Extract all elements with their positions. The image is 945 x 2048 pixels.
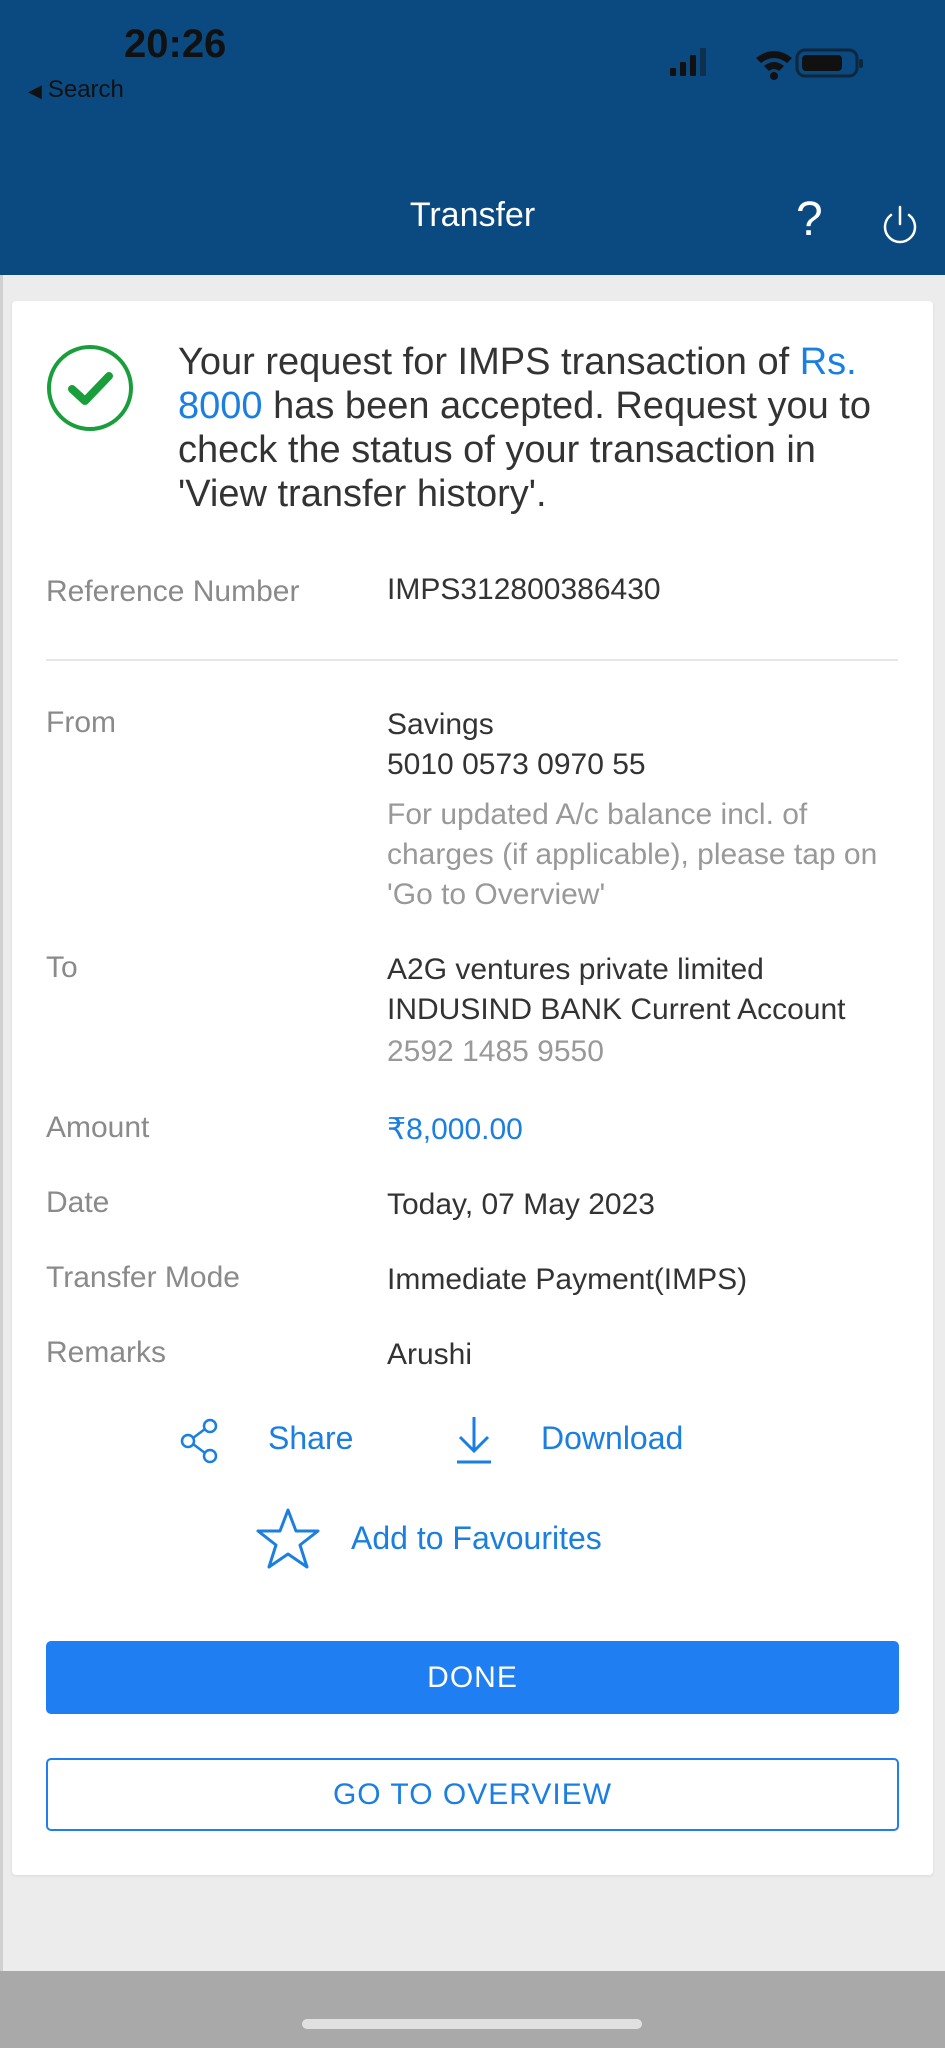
to-name: A2G ventures private limited [387,953,764,986]
share-button[interactable]: Share [268,1420,353,1457]
message-part2: has been accepted. Request you to check … [178,385,871,515]
power-icon[interactable] [880,203,920,247]
amount-value: ₹8,000.00 [387,1113,523,1146]
add-to-favourites-button[interactable]: Add to Favourites [351,1520,602,1557]
confirmation-message: Your request for IMPS transaction of Rs.… [178,340,898,516]
to-account-number: 2592 1485 9550 [387,1035,604,1068]
done-button[interactable]: DONE [46,1641,899,1714]
from-account-type: Savings [387,708,494,741]
amount-label: Amount [46,1111,150,1144]
date-value: Today, 07 May 2023 [387,1188,655,1221]
help-icon[interactable]: ? [796,196,823,244]
share-icon[interactable] [178,1418,222,1464]
to-bank: INDUSIND BANK Current Account [387,993,846,1026]
back-label: Search [47,76,124,103]
bottom-bar [0,1971,945,2048]
star-icon[interactable] [254,1507,322,1571]
from-balance-note: For updated A/c balance incl. of charges… [387,798,878,911]
battery-icon [795,48,863,78]
to-label: To [46,951,78,984]
download-icon[interactable] [453,1414,495,1466]
transfer-mode-label: Transfer Mode [46,1261,240,1294]
divider [46,659,898,661]
remarks-label: Remarks [46,1336,167,1369]
status-time: 20:26 [124,22,227,66]
download-button[interactable]: Download [541,1420,683,1457]
reference-value: IMPS312800386430 [387,573,661,606]
app-header: 20:26 ◀ Search Transfer ? [0,0,945,275]
home-indicator[interactable] [302,2019,642,2029]
back-to-search[interactable]: ◀ Search [28,76,124,104]
back-triangle-icon: ◀ [28,81,42,101]
success-check-icon [47,345,133,431]
wifi-icon [756,51,792,80]
from-label: From [46,706,116,739]
status-icons [670,48,863,80]
confirmation-card [12,301,933,1875]
go-to-overview-button[interactable]: GO TO OVERVIEW [46,1758,899,1831]
transfer-mode-value: Immediate Payment(IMPS) [387,1263,748,1296]
message-part1: Your request for IMPS transaction of [178,341,800,383]
reference-label: Reference Number [46,575,300,608]
left-edge [0,275,3,1971]
date-label: Date [46,1186,110,1219]
remarks-value: Arushi [387,1338,473,1371]
from-account-number: 5010 0573 0970 55 [387,748,646,781]
signal-icon [670,48,706,76]
